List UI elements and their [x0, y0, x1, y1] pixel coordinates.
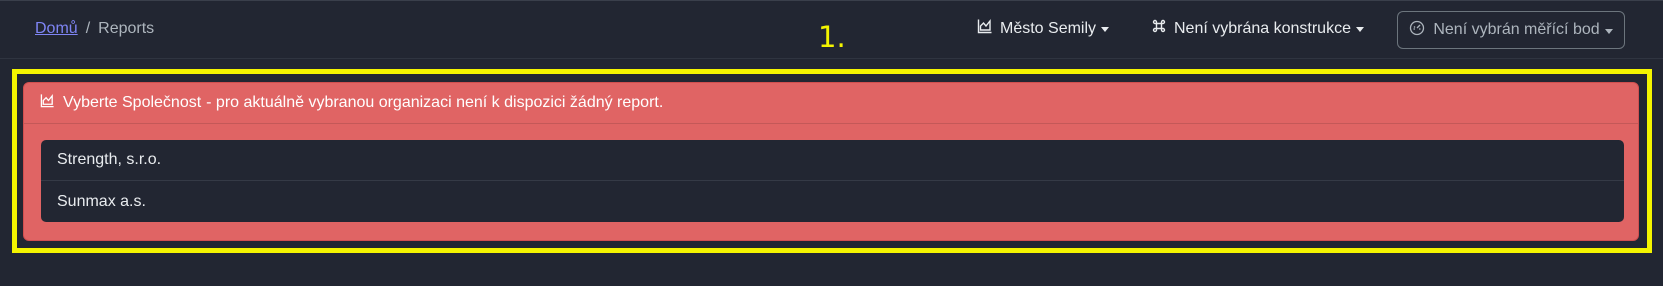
alert-header: Vyberte Společnost - pro aktuálně vybran… [24, 83, 1638, 124]
chart-area-icon [40, 93, 63, 113]
company-select-alert: Vyberte Společnost - pro aktuálně vybran… [23, 82, 1639, 241]
chevron-down-icon [1355, 27, 1364, 32]
alert-title: Vyberte Společnost [63, 94, 202, 111]
command-icon [1151, 18, 1174, 39]
list-item[interactable]: Sunmax a.s. [41, 180, 1624, 222]
breadcrumb-current: Reports [98, 20, 155, 37]
city-dropdown[interactable]: Město Semily [977, 18, 1110, 39]
list-item[interactable]: Strength, s.r.o. [41, 140, 1624, 180]
company-list: Strength, s.r.o. Sunmax a.s. [41, 140, 1624, 222]
city-dropdown-label: Město Semily [1000, 19, 1097, 37]
construction-dropdown-label: Není vybrána konstrukce [1174, 19, 1351, 37]
measuring-point-dropdown[interactable]: Není vybrán měřící bod [1397, 11, 1625, 49]
annotation-number: 1. [818, 20, 846, 54]
breadcrumb-separator: / [85, 20, 91, 37]
construction-dropdown[interactable]: Není vybrána konstrukce [1151, 18, 1364, 39]
chart-area-icon [977, 18, 1000, 39]
breadcrumb: Domů / Reports [35, 20, 154, 38]
alert-message: - pro aktuálně vybranou organizaci není … [206, 94, 664, 111]
breadcrumb-home-link[interactable]: Domů [35, 20, 78, 38]
measuring-point-label: Není vybrán měřící bod [1433, 21, 1600, 38]
chevron-down-icon [1101, 27, 1110, 32]
gauge-icon [1409, 20, 1433, 41]
chevron-down-icon [1604, 28, 1613, 34]
